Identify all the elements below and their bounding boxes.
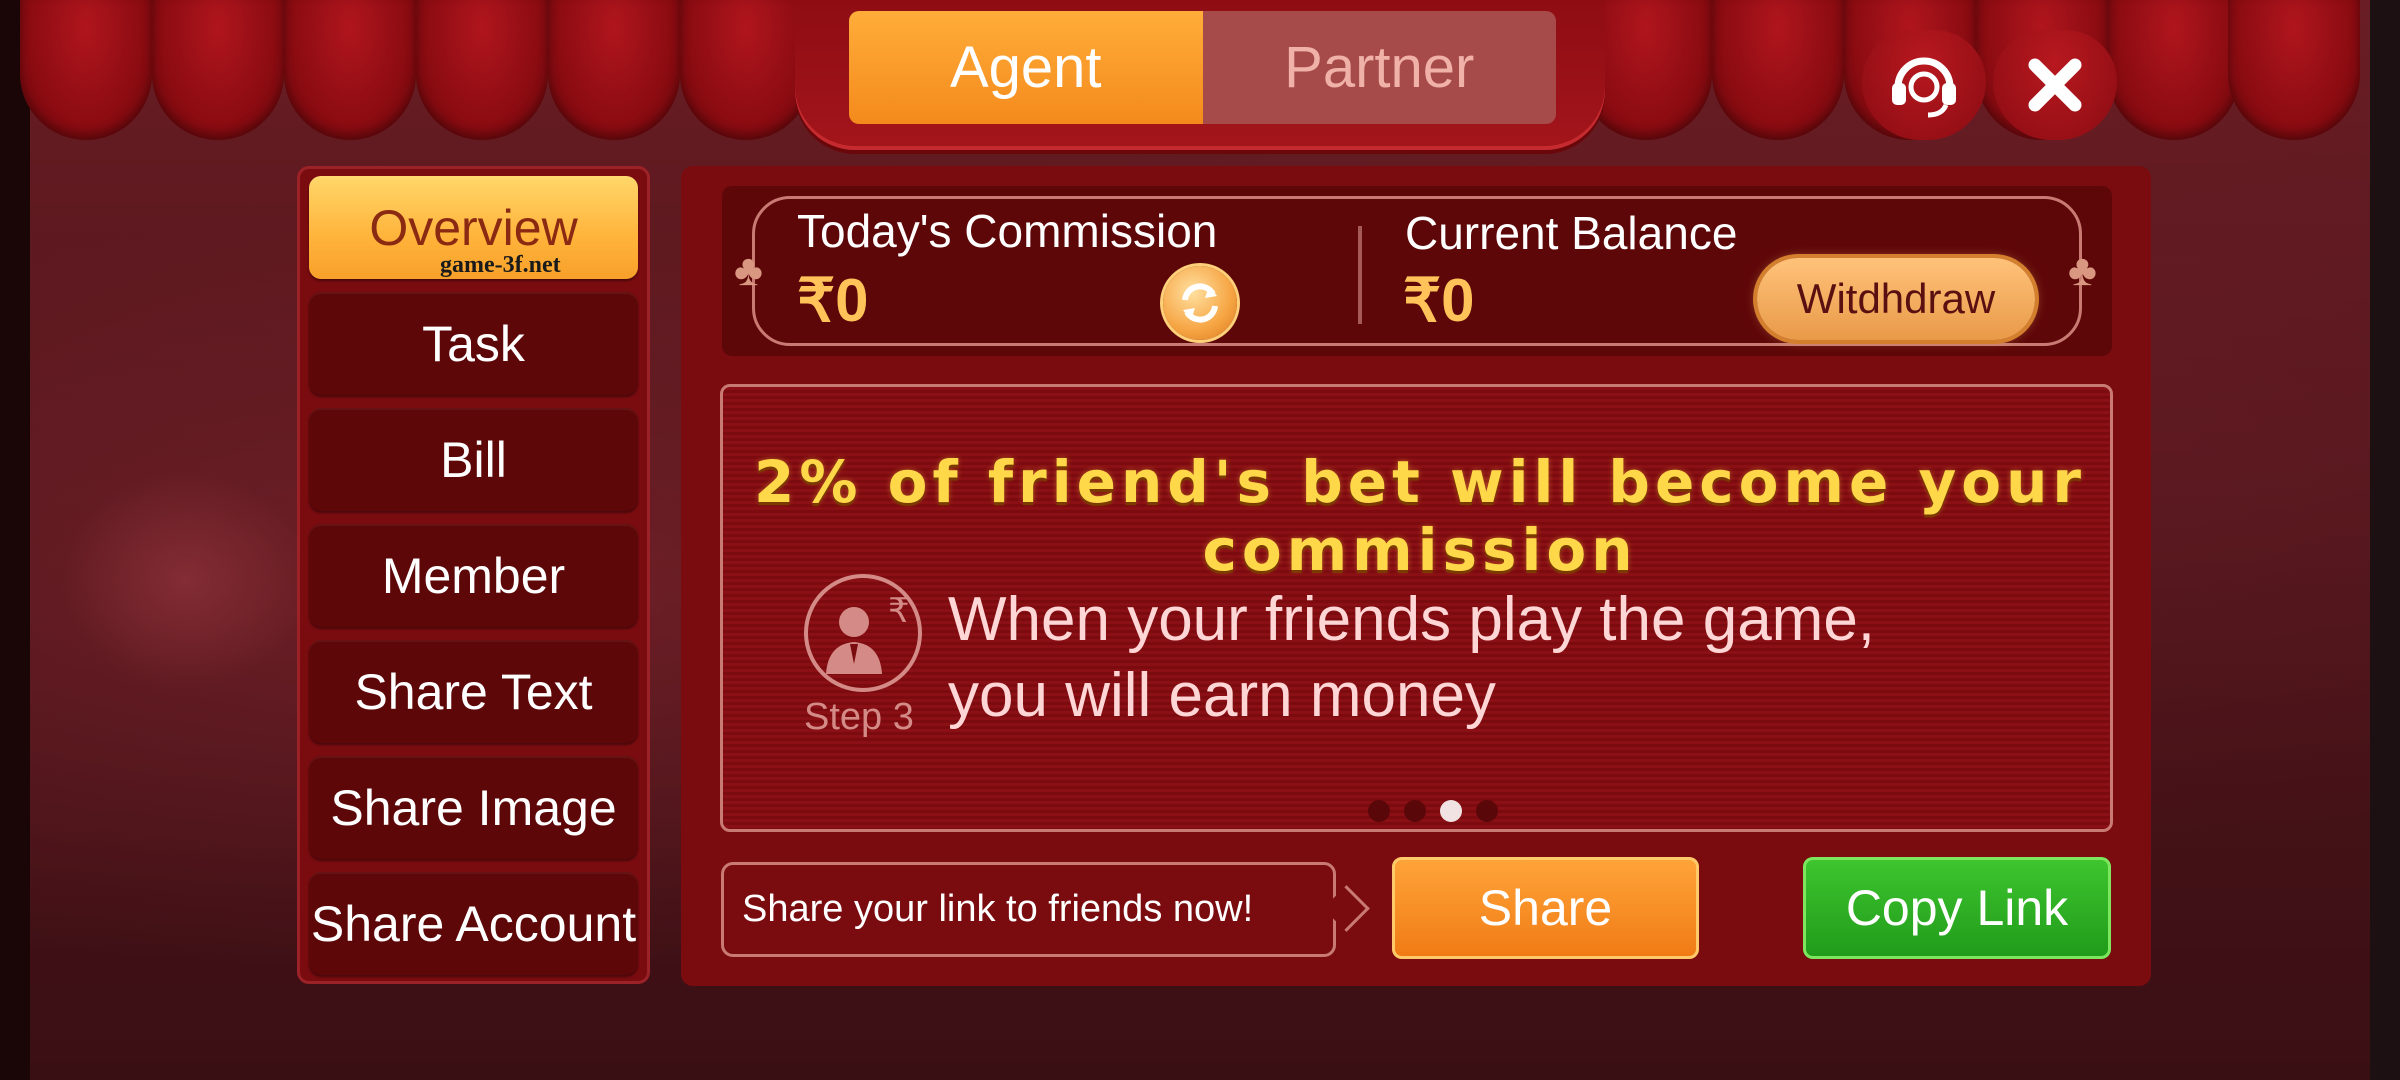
refresh-icon (1182, 283, 1218, 323)
carousel-dot[interactable] (1476, 800, 1498, 822)
tab-agent[interactable]: Agent (849, 11, 1203, 124)
copy-link-button[interactable]: Copy Link (1803, 857, 2111, 959)
carousel-dots (1368, 800, 1498, 822)
customer-support-button[interactable] (1862, 30, 1986, 140)
agent-person-icon: ₹ (826, 591, 910, 674)
step-description-line: you will earn money (948, 661, 1496, 730)
sidebar-item-label: Overview (369, 199, 578, 256)
sidebar-item-label: Share Account (310, 895, 637, 952)
sidebar-item-share-image[interactable]: Share Image (309, 756, 638, 859)
carousel-dot[interactable] (1368, 800, 1390, 822)
awning-scallop (152, 0, 284, 140)
share-button[interactable]: Share (1392, 857, 1699, 959)
share-tip: Share your link to friends now! (721, 862, 1336, 957)
close-icon (2028, 58, 2082, 112)
sidebar-item-label: Share Image (330, 779, 617, 836)
sidebar-item-label: Task (422, 315, 525, 372)
carousel-dot[interactable] (1404, 800, 1426, 822)
awning-scallop (1712, 0, 1844, 140)
sidebar-item-member[interactable]: Member (309, 524, 638, 627)
sidebar-item-share-account[interactable]: Share Account (309, 872, 638, 975)
awning-scallop (2228, 0, 2360, 140)
step-description-line: When your friends play the game, (948, 585, 1876, 654)
step-description: When your friends play the game, you wil… (948, 582, 1875, 734)
share-tip-text: Share your link to friends now! (742, 888, 1254, 930)
stats-divider (1358, 226, 1362, 324)
awning-scallop (680, 0, 812, 140)
sidebar-item-task[interactable]: Task (309, 292, 638, 395)
tab-group: Agent Partner (849, 11, 1556, 124)
banner-headline: 2% of friend's bet will become your comm… (753, 448, 2087, 584)
current-balance-label: Current Balance (1405, 207, 1738, 259)
headset-icon (1892, 57, 1956, 118)
awning-scallop (20, 0, 152, 140)
sidebar-item-label: Member (381, 547, 566, 604)
current-balance-value: ₹0 (1403, 267, 1475, 334)
watermark: game-3f.net (440, 252, 561, 278)
club-ornament-icon: ♣ (2068, 246, 2097, 295)
awning-scallop (2108, 0, 2240, 140)
carousel-dot-active[interactable] (1440, 800, 1462, 822)
awning-scallop (416, 0, 548, 140)
step-label: Step 3 (804, 696, 914, 738)
todays-commission-value: ₹0 (797, 267, 869, 334)
awning-scallop (284, 0, 416, 140)
background-decoration (60, 470, 310, 690)
sidebar-item-label: Bill (440, 431, 507, 488)
todays-commission-label: Today's Commission (797, 205, 1218, 257)
tab-partner[interactable]: Partner (1202, 11, 1556, 124)
club-ornament-icon: ♣ (734, 246, 763, 295)
awning-scallop (548, 0, 680, 140)
sidebar-item-bill[interactable]: Bill (309, 408, 638, 511)
step-icon: ₹ (804, 574, 922, 692)
sidebar-item-label: Share Text (354, 663, 593, 720)
svg-text:₹: ₹ (888, 591, 910, 631)
sidebar: Overview Task Bill Member Share Text Sha… (297, 166, 650, 984)
sidebar-item-share-text[interactable]: Share Text (309, 640, 638, 743)
refresh-button[interactable] (1163, 266, 1237, 340)
screen-edge-left (0, 0, 30, 1080)
close-button[interactable] (1993, 30, 2117, 140)
screen-edge-right (2370, 0, 2400, 1080)
withdraw-button[interactable]: Witdhdraw (1757, 258, 2035, 340)
